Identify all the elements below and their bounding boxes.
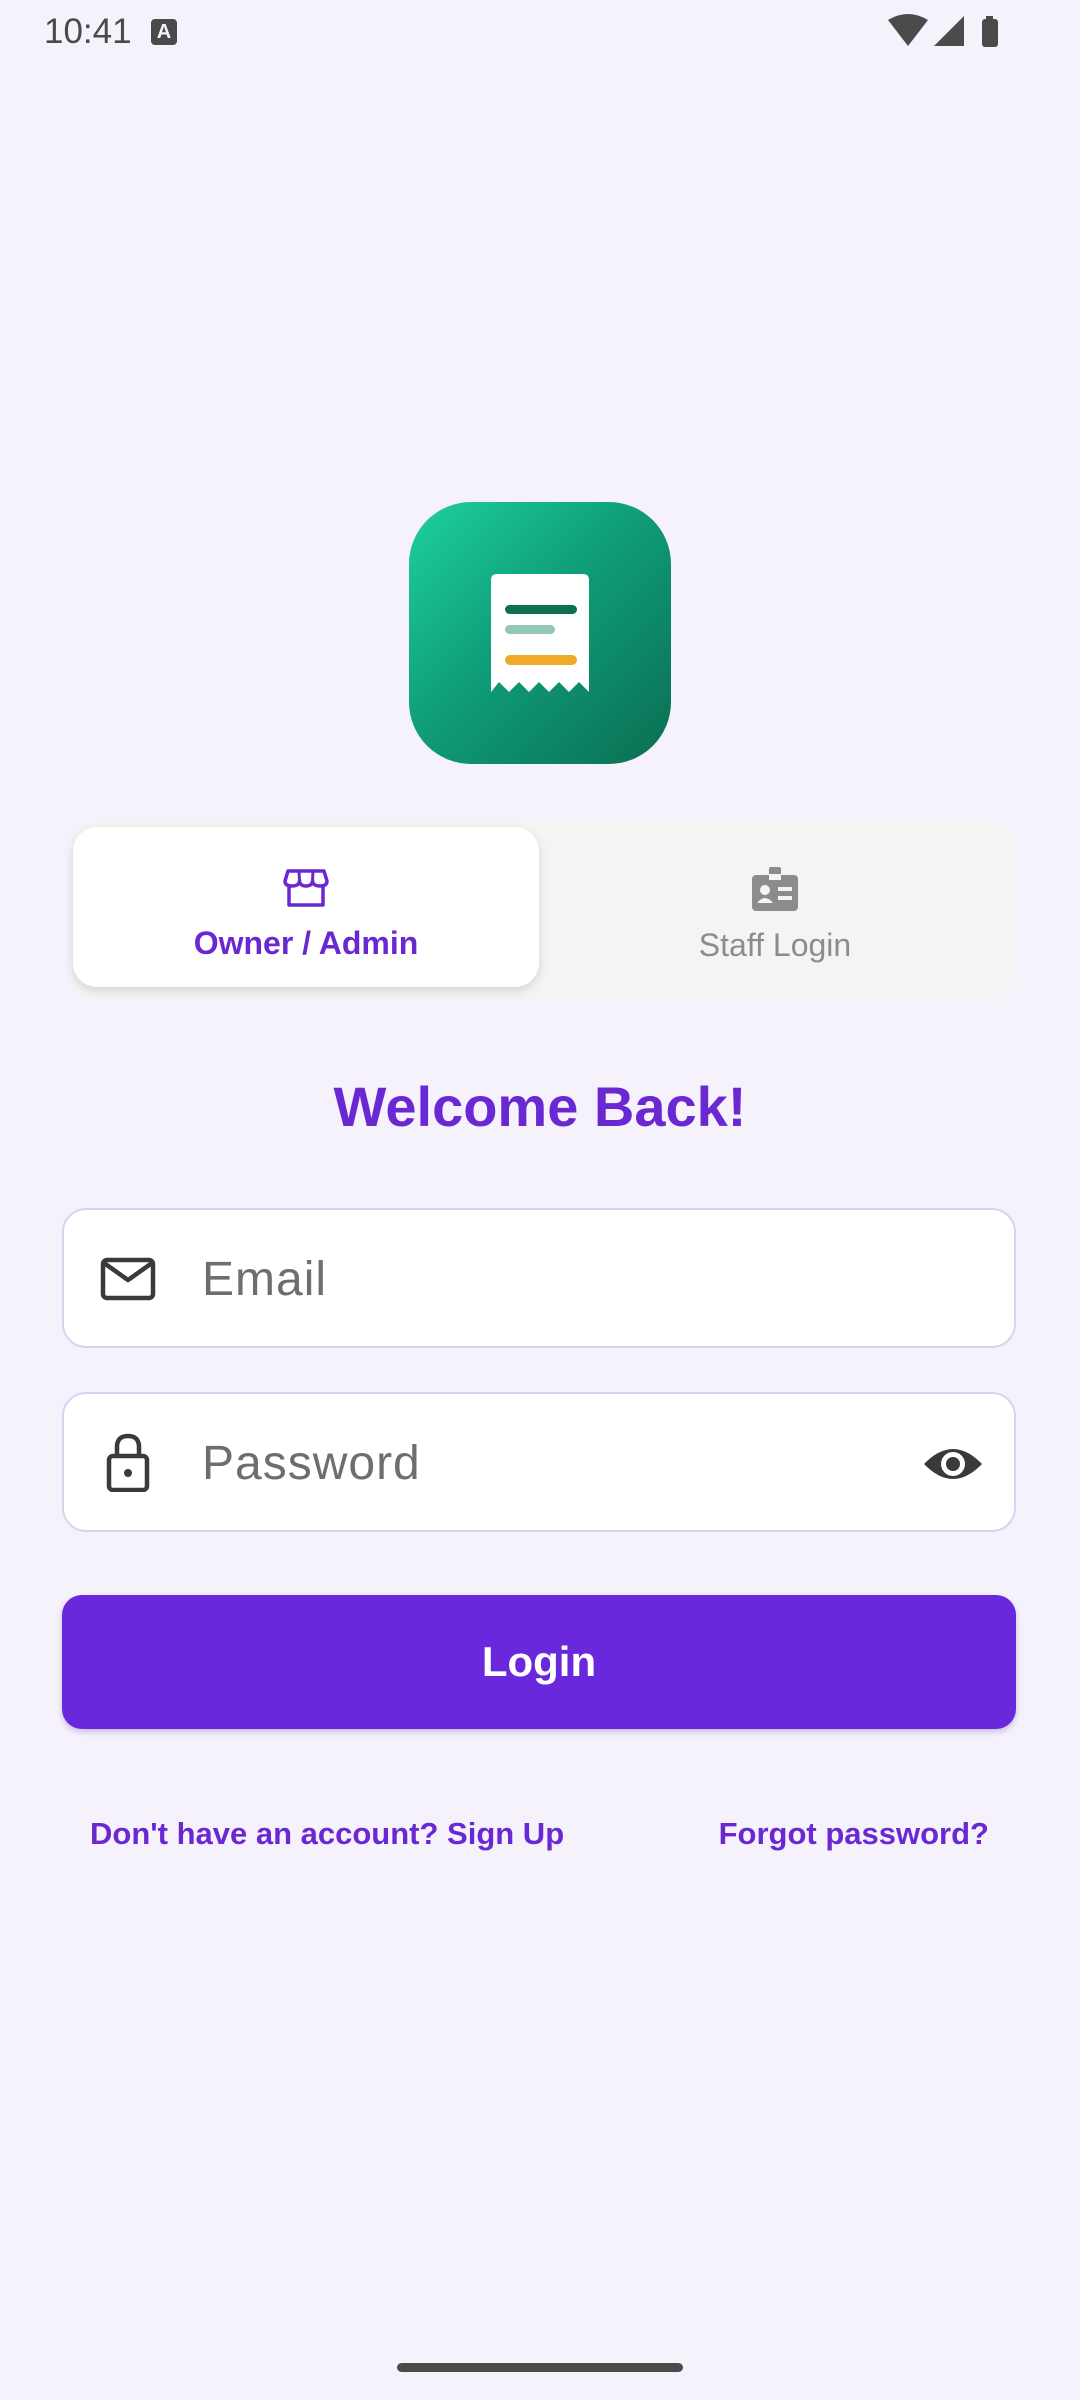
tab-owner-admin-label: Owner / Admin — [193, 925, 419, 961]
status-icons — [888, 12, 1008, 57]
tab-staff-login[interactable]: Staff Login — [542, 827, 1008, 987]
wifi-icon — [888, 14, 928, 46]
password-field[interactable] — [62, 1392, 1016, 1532]
eye-icon[interactable] — [922, 1434, 984, 1494]
page-title: Welcome Back! — [333, 1075, 747, 1138]
tab-staff-login-label: Staff Login — [698, 927, 852, 963]
status-time: 10:41 — [44, 12, 132, 51]
login-type-selector: Owner / Admin Staff Login — [70, 820, 1014, 1000]
app-logo — [409, 502, 671, 764]
id-badge-icon — [752, 867, 798, 911]
forgot-password-link[interactable]: Forgot password? — [719, 1812, 989, 1856]
mail-icon — [100, 1257, 156, 1301]
tab-owner-admin[interactable]: Owner / Admin — [73, 827, 539, 987]
email-field[interactable] — [62, 1208, 1016, 1348]
login-button[interactable]: Login — [62, 1595, 1016, 1729]
notification-icon: A — [151, 19, 177, 45]
receipt-icon — [491, 574, 589, 692]
battery-icon — [982, 16, 998, 47]
storefront-icon — [283, 869, 329, 907]
cellular-signal-icon — [934, 16, 964, 46]
email-input[interactable] — [200, 1238, 904, 1320]
password-input[interactable] — [200, 1422, 904, 1504]
lock-icon — [106, 1433, 150, 1492]
home-indicator[interactable] — [397, 2363, 683, 2372]
sign-up-link[interactable]: Don't have an account? Sign Up — [90, 1812, 564, 1856]
